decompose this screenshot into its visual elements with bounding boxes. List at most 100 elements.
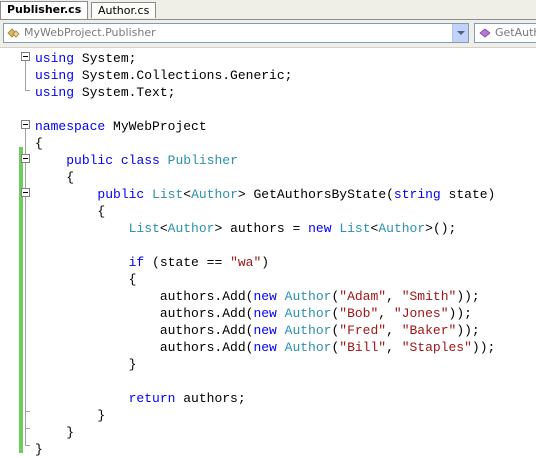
code-token: authors.Add(: [35, 306, 254, 321]
code-line[interactable]: {: [35, 271, 137, 288]
string-token: "Bob": [339, 306, 379, 321]
outline-guide: [25, 61, 26, 90]
code-token: MyWebProject: [105, 119, 207, 134]
code-line[interactable]: authors.Add(new Author("Fred", "Baker"))…: [35, 322, 480, 339]
keyword-token: using: [35, 51, 75, 66]
code-line[interactable]: {: [35, 203, 105, 220]
code-token: <: [183, 187, 192, 202]
collapse-using-icon[interactable]: [21, 52, 30, 61]
code-line[interactable]: using System;: [35, 50, 136, 67]
type-dropdown-arrow-icon[interactable]: [452, 24, 468, 42]
keyword-token: public: [66, 153, 114, 168]
collapse-method-icon[interactable]: [21, 188, 30, 197]
code-line[interactable]: }: [35, 441, 43, 458]
code-line[interactable]: }: [35, 424, 74, 441]
code-line[interactable]: namespace MyWebProject: [35, 118, 207, 135]
code-line[interactable]: authors.Add(new Author("Bill", "Staples"…: [35, 339, 496, 356]
keyword-token: using: [35, 68, 75, 83]
code-token: ));: [456, 323, 480, 338]
code-editor[interactable]: using System; using System.Collections.Ge…: [0, 48, 536, 458]
code-token: authors;: [175, 391, 246, 406]
type-token: List: [339, 221, 371, 236]
code-line[interactable]: List<Author> authors = new List<Author>(…: [35, 220, 457, 237]
type-token: List: [128, 221, 160, 236]
keyword-token: return: [128, 391, 176, 406]
code-line[interactable]: public class Publisher: [35, 152, 238, 169]
code-token: (state ==: [144, 255, 231, 270]
code-line[interactable]: return authors;: [35, 390, 246, 407]
type-dropdown[interactable]: MyWebProject.Publisher: [3, 23, 469, 43]
string-token: "Baker": [401, 323, 457, 338]
code-token: }: [35, 357, 137, 372]
string-token: "Smith": [401, 289, 457, 304]
code-token: state): [440, 187, 496, 202]
collapse-class-icon[interactable]: [21, 154, 30, 163]
string-token: "Staples": [401, 340, 472, 355]
code-token: ,: [386, 340, 402, 355]
navigation-bar: MyWebProject.Publisher GetAuthorsByState: [0, 20, 536, 48]
code-line[interactable]: {: [35, 169, 74, 186]
code-line[interactable]: if (state == "wa"): [35, 254, 269, 271]
member-dropdown[interactable]: GetAuthorsByState: [474, 23, 536, 43]
collapse-namespace-icon[interactable]: [21, 120, 30, 129]
code-line[interactable]: }: [35, 407, 105, 424]
type-dropdown-value: MyWebProject.Publisher: [24, 26, 156, 39]
code-token: {: [35, 272, 137, 287]
keyword-token: new: [308, 221, 332, 236]
code-token: }: [35, 442, 43, 457]
keyword-token: new: [253, 340, 277, 355]
code-line[interactable]: using System.Collections.Generic;: [35, 67, 292, 84]
outline-end: [25, 428, 30, 429]
type-token: Author: [284, 306, 332, 321]
keyword-token: if: [128, 255, 145, 270]
code-token: authors.Add(: [35, 323, 254, 338]
code-token: {: [35, 170, 75, 185]
code-token: ,: [386, 323, 402, 338]
string-token: "Jones": [393, 306, 449, 321]
type-token: Author: [284, 340, 332, 355]
code-token: {: [35, 204, 106, 219]
code-line[interactable]: using System.Text;: [35, 84, 175, 101]
keyword-token: class: [120, 153, 160, 168]
code-token: > authors =: [214, 221, 309, 236]
code-token: }: [35, 408, 106, 423]
code-token: authors.Add(: [35, 340, 254, 355]
code-token: >();: [425, 221, 457, 236]
code-line[interactable]: public List<Author> GetAuthorsByState(st…: [35, 186, 495, 203]
code-token: ));: [456, 289, 480, 304]
tab-publisher-cs[interactable]: Publisher.cs: [0, 1, 89, 19]
code-token: ));: [471, 340, 496, 355]
string-token: "Fred": [339, 323, 387, 338]
code-token: authors.Add(: [35, 289, 254, 304]
document-tab-strip: Publisher.cs Author.cs: [0, 0, 536, 20]
type-token: List: [152, 187, 184, 202]
code-line[interactable]: }: [35, 356, 137, 373]
keyword-token: new: [253, 306, 277, 321]
code-line[interactable]: authors.Add(new Author("Adam", "Smith"))…: [35, 288, 480, 305]
code-line[interactable]: authors.Add(new Author("Bob", "Jones"));: [35, 305, 472, 322]
keyword-token: using: [35, 85, 75, 100]
code-token: > GetAuthorsByState(: [237, 187, 394, 202]
keyword-token: string: [393, 187, 441, 202]
keyword-token: public: [97, 187, 145, 202]
string-token: "wa": [230, 255, 262, 270]
code-token: {: [35, 136, 43, 151]
code-line[interactable]: {: [35, 135, 43, 152]
type-token: Author: [284, 289, 332, 304]
method-icon: [479, 28, 491, 38]
keyword-token: new: [253, 289, 277, 304]
code-token: System.Text;: [74, 85, 176, 100]
outline-end: [25, 411, 30, 412]
tab-author-cs[interactable]: Author.cs: [91, 2, 157, 18]
type-token: Author: [284, 323, 332, 338]
